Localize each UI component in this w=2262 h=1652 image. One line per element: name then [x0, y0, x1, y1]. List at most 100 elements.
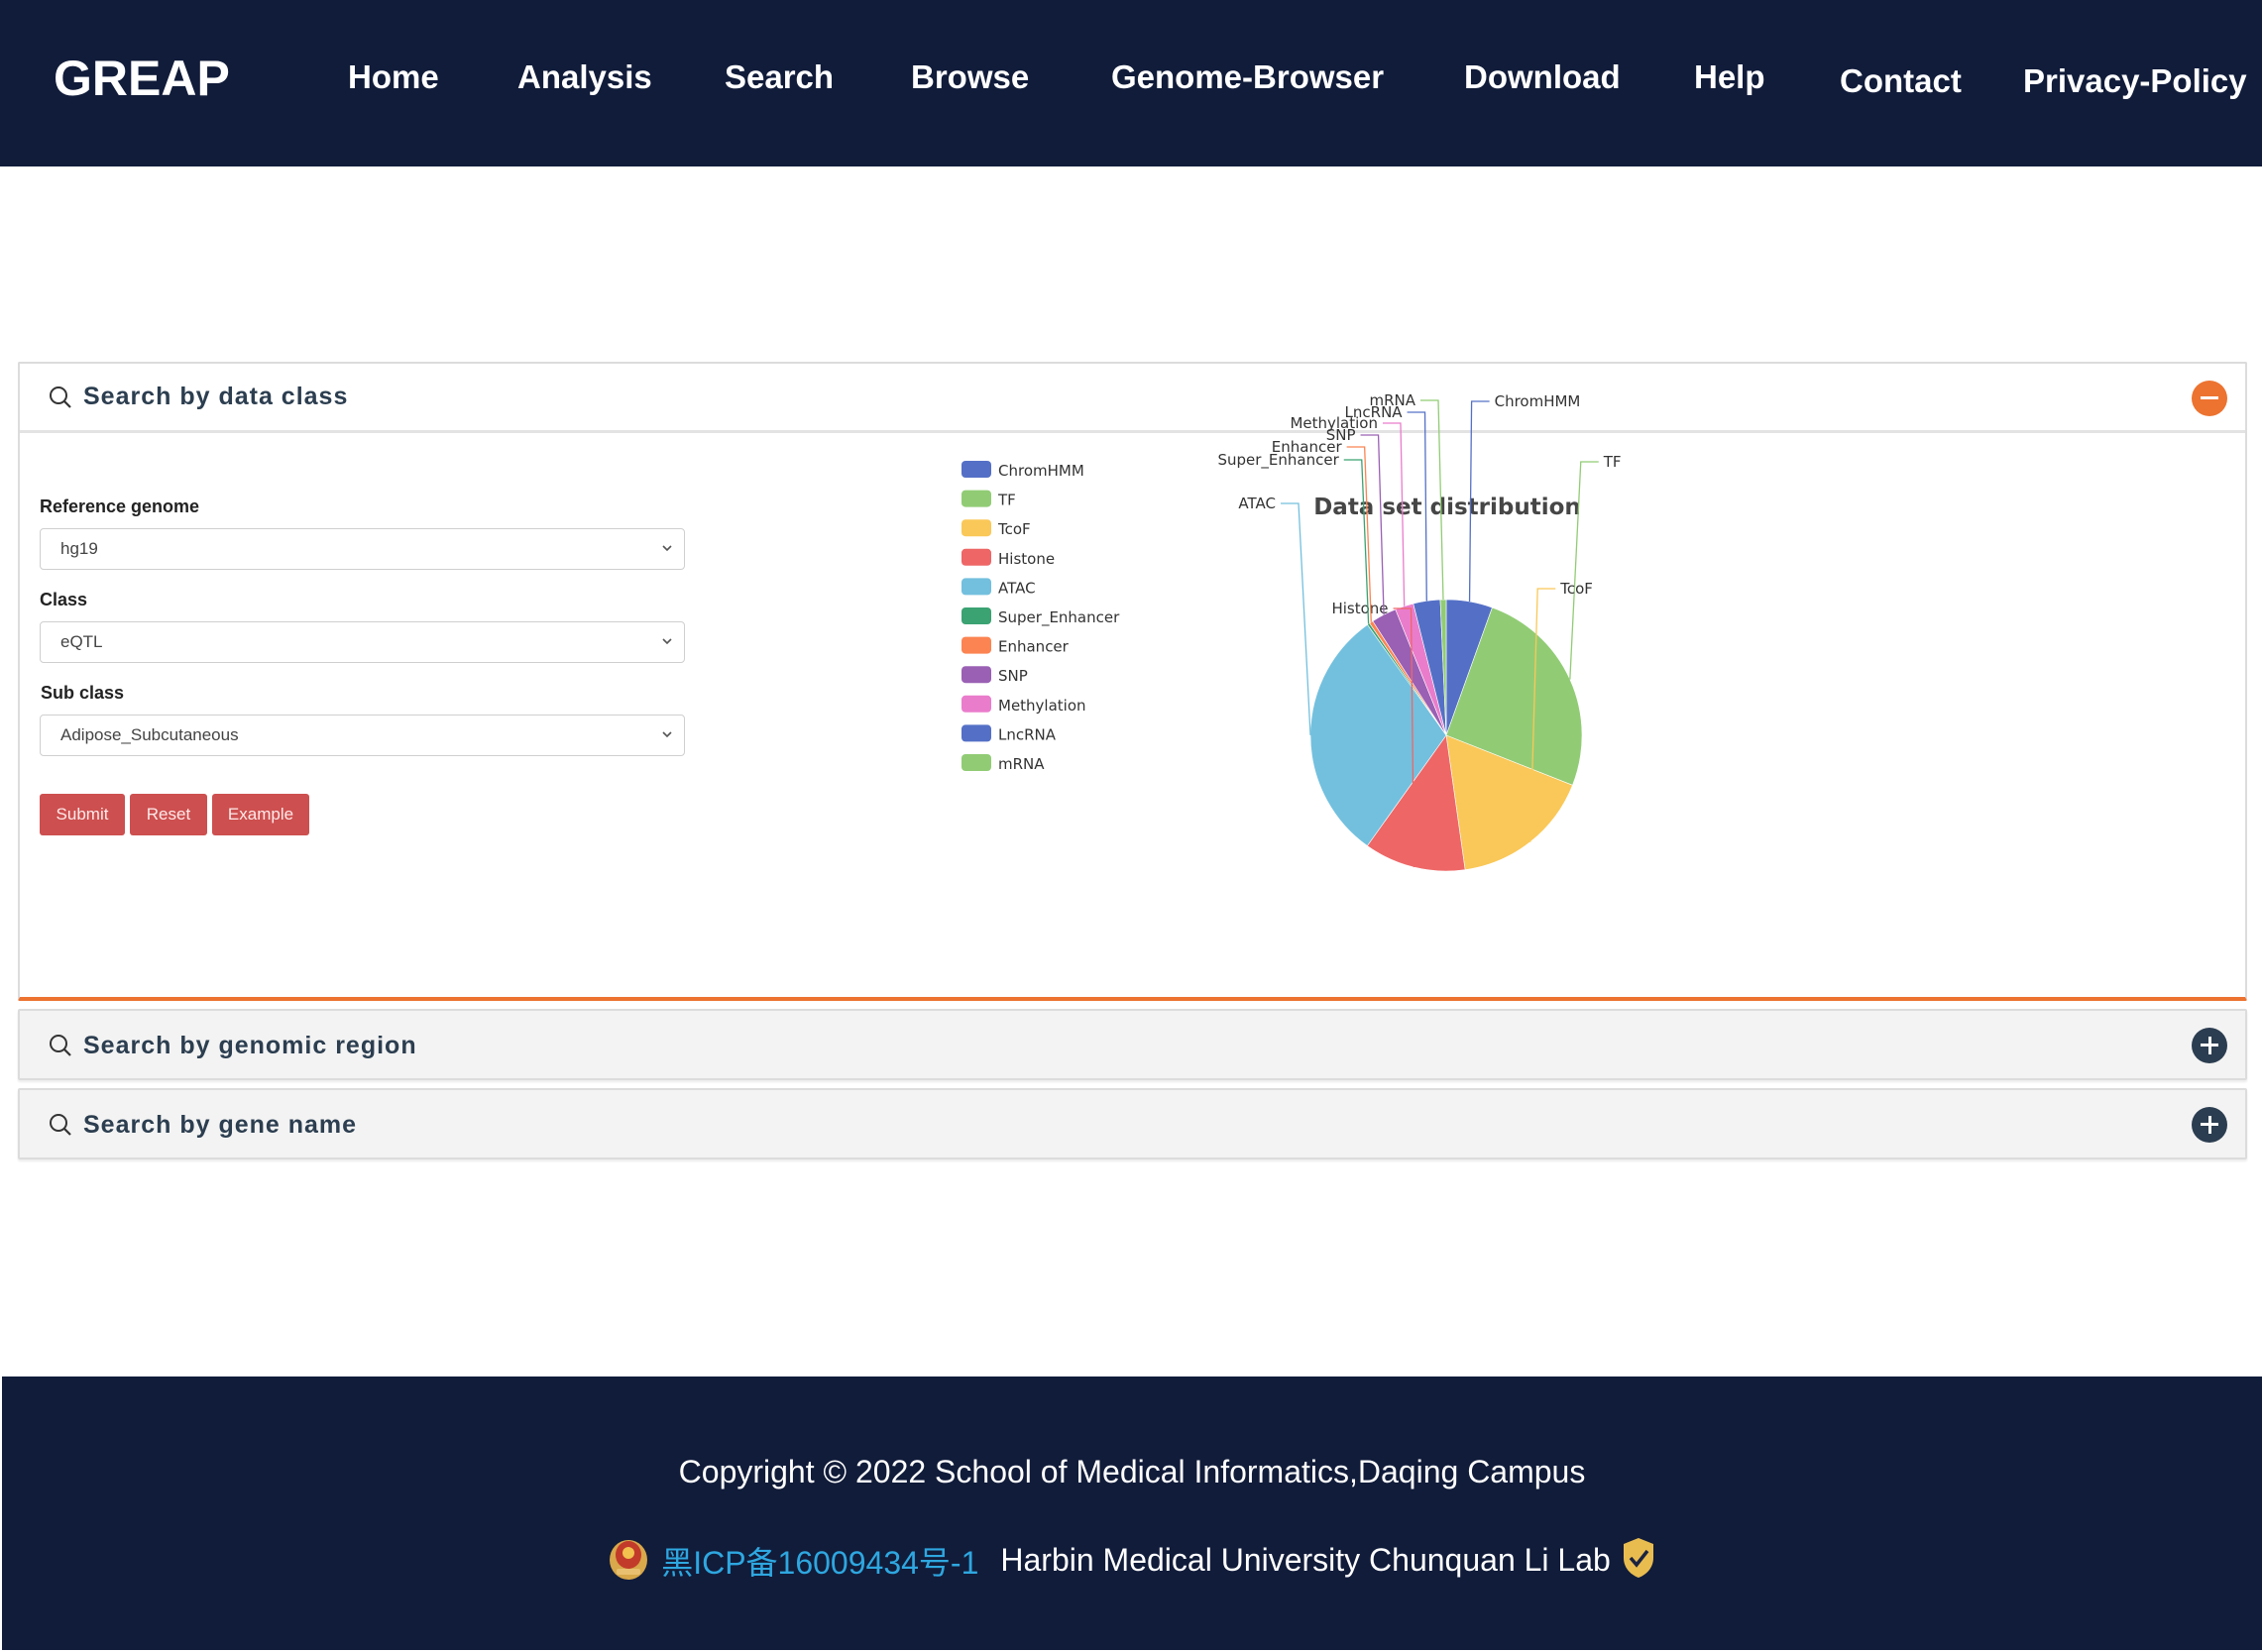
label-line-atac	[1281, 502, 1311, 735]
slice-label-super-enhancer: Super_Enhancer	[1217, 451, 1339, 470]
label-line-methylation	[1382, 422, 1406, 606]
label-line-tcof	[1529, 588, 1556, 842]
legend-swatch-tcof[interactable]	[961, 519, 991, 537]
panel-search-by-genomic-region: Search by genomic region	[18, 1009, 2247, 1080]
legend-swatch-super-enhancer[interactable]	[961, 607, 991, 624]
pie-slice-enhancer[interactable]	[1369, 620, 1447, 736]
search-icon	[48, 1112, 73, 1138]
chevron-down-icon	[662, 638, 672, 645]
pie-slice-tf[interactable]	[1445, 606, 1583, 786]
legend-label-histone[interactable]: Histone	[998, 550, 1055, 568]
pie-labels: ChromHMMTFTcoFHistoneATACSuper_EnhancerE…	[1217, 391, 1622, 868]
panel-title: Search by gene name	[83, 1110, 358, 1139]
sub-class-label: Sub class	[41, 683, 125, 703]
chart-title: Data set distribution	[1313, 495, 1581, 520]
expand-icon[interactable]	[2192, 1107, 2227, 1143]
nav-browse[interactable]: Browse	[911, 58, 1029, 96]
chevron-down-icon	[662, 545, 672, 552]
panel-header-gene-name[interactable]: Search by gene name	[20, 1090, 2245, 1159]
submit-button[interactable]: Submit	[40, 794, 125, 835]
legend-label-mrna[interactable]: mRNA	[998, 755, 1045, 773]
lab-name: Harbin Medical University Chunquan Li La…	[1000, 1542, 1611, 1578]
footer: Copyright © 2022 School of Medical Infor…	[2, 1377, 2262, 1650]
legend-label-tf[interactable]: TF	[997, 492, 1016, 509]
reference-genome-value: hg19	[60, 539, 98, 558]
icp-license-link[interactable]: 黑ICP备16009434号-1	[661, 1538, 978, 1584]
legend-swatch-atac[interactable]	[961, 578, 991, 596]
pie-slice-chromhmm[interactable]	[1445, 599, 1493, 736]
nav-help[interactable]: Help	[1694, 58, 1765, 96]
nav-download[interactable]: Download	[1464, 58, 1621, 96]
reference-genome-select[interactable]: hg19	[40, 528, 685, 570]
pie-chart: Data set distribution ChromHMM TF TcoF Hist…	[961, 391, 1622, 872]
example-button[interactable]: Example	[212, 794, 309, 835]
label-line-tf	[1569, 461, 1599, 680]
pie-slice-snp[interactable]	[1372, 608, 1447, 736]
nav-genome-browser[interactable]: Genome-Browser	[1111, 58, 1384, 96]
pie-slice-methylation[interactable]	[1395, 603, 1447, 736]
label-line-histone	[1393, 607, 1415, 868]
label-line-super-enhancer	[1343, 459, 1370, 624]
legend-swatch-histone[interactable]	[961, 548, 991, 566]
nav-contact[interactable]: Contact	[1840, 62, 1962, 100]
chart-legend: ChromHMM TF TcoF Histone ATAC Super_Enhancer E…	[961, 461, 1120, 773]
legend-label-enhancer[interactable]: Enhancer	[998, 638, 1070, 656]
verified-shield-icon	[1621, 1536, 1656, 1585]
panel-search-by-data-class: Search by data class Reference genome hg…	[18, 362, 2247, 1001]
legend-swatch-enhancer[interactable]	[961, 636, 991, 654]
legend-label-chromhmm[interactable]: ChromHMM	[998, 462, 1084, 480]
panel-header-genomic-region[interactable]: Search by genomic region	[20, 1011, 2245, 1080]
class-label: Class	[40, 590, 88, 609]
pie-slice-mrna[interactable]	[1439, 599, 1447, 736]
legend-swatch-snp[interactable]	[961, 666, 991, 684]
pie-slice-atac[interactable]	[1309, 623, 1447, 846]
nav-home[interactable]: Home	[348, 58, 439, 96]
reference-genome-label: Reference genome	[40, 496, 200, 516]
panel-header-data-class[interactable]: Search by data class	[20, 364, 2245, 433]
nav-search[interactable]: Search	[725, 58, 834, 96]
slice-label-atac: ATAC	[1238, 495, 1276, 512]
collapse-icon[interactable]	[2192, 381, 2227, 416]
legend-swatch-chromhmm[interactable]	[961, 461, 991, 478]
copyright-text: Copyright © 2022 School of Medical Infor…	[678, 1454, 1586, 1489]
top-navbar: GREAP Home Analysis Search Browse Genome…	[0, 0, 2262, 166]
slice-label-tf: TF	[1603, 453, 1622, 471]
class-select[interactable]: eQTL	[40, 621, 685, 663]
pie-slice-tcof[interactable]	[1445, 734, 1573, 871]
legend-swatch-lncrna[interactable]	[961, 724, 991, 742]
search-icon	[48, 1033, 73, 1058]
label-line-enhancer	[1346, 446, 1372, 622]
slice-label-histone: Histone	[1331, 600, 1388, 617]
nav-privacy-policy[interactable]: Privacy-Policy	[2023, 62, 2247, 100]
expand-icon[interactable]	[2192, 1028, 2227, 1063]
reset-button[interactable]: Reset	[130, 794, 207, 835]
sub-class-value: Adipose_Subcutaneous	[60, 725, 239, 744]
panel-title: Search by genomic region	[83, 1031, 417, 1059]
pie-slices	[1309, 599, 1583, 872]
police-emblem-icon	[608, 1535, 649, 1586]
panel-title: Search by data class	[83, 383, 349, 410]
legend-label-atac[interactable]: ATAC	[998, 579, 1036, 597]
legend-label-methylation[interactable]: Methylation	[998, 697, 1086, 715]
legend-label-tcof[interactable]: TcoF	[997, 520, 1031, 538]
chevron-down-icon	[662, 731, 672, 738]
legend-swatch-mrna[interactable]	[961, 754, 991, 771]
pie-slice-lncrna[interactable]	[1413, 599, 1447, 736]
footer-registration-row: 黑ICP备16009434号-1 Harbin Medical Universi…	[2, 1535, 2262, 1586]
legend-swatch-methylation[interactable]	[961, 695, 991, 713]
legend-swatch-tf[interactable]	[961, 490, 991, 507]
label-line-lncrna	[1407, 411, 1427, 602]
pie-slice-super-enhancer[interactable]	[1367, 622, 1447, 736]
search-icon	[48, 385, 73, 410]
label-line-snp	[1360, 434, 1385, 615]
nav-analysis[interactable]: Analysis	[517, 58, 652, 96]
slice-label-enhancer: Enhancer	[1272, 438, 1343, 456]
legend-label-lncrna[interactable]: LncRNA	[998, 725, 1057, 743]
legend-label-super-enhancer[interactable]: Super_Enhancer	[998, 608, 1120, 627]
brand-logo[interactable]: GREAP	[54, 50, 230, 107]
sub-class-select[interactable]: Adipose_Subcutaneous	[40, 715, 685, 756]
class-value: eQTL	[60, 632, 103, 651]
legend-label-snp[interactable]: SNP	[998, 667, 1028, 685]
panel-search-by-gene-name: Search by gene name	[18, 1088, 2247, 1159]
pie-slice-histone[interactable]	[1366, 734, 1466, 872]
